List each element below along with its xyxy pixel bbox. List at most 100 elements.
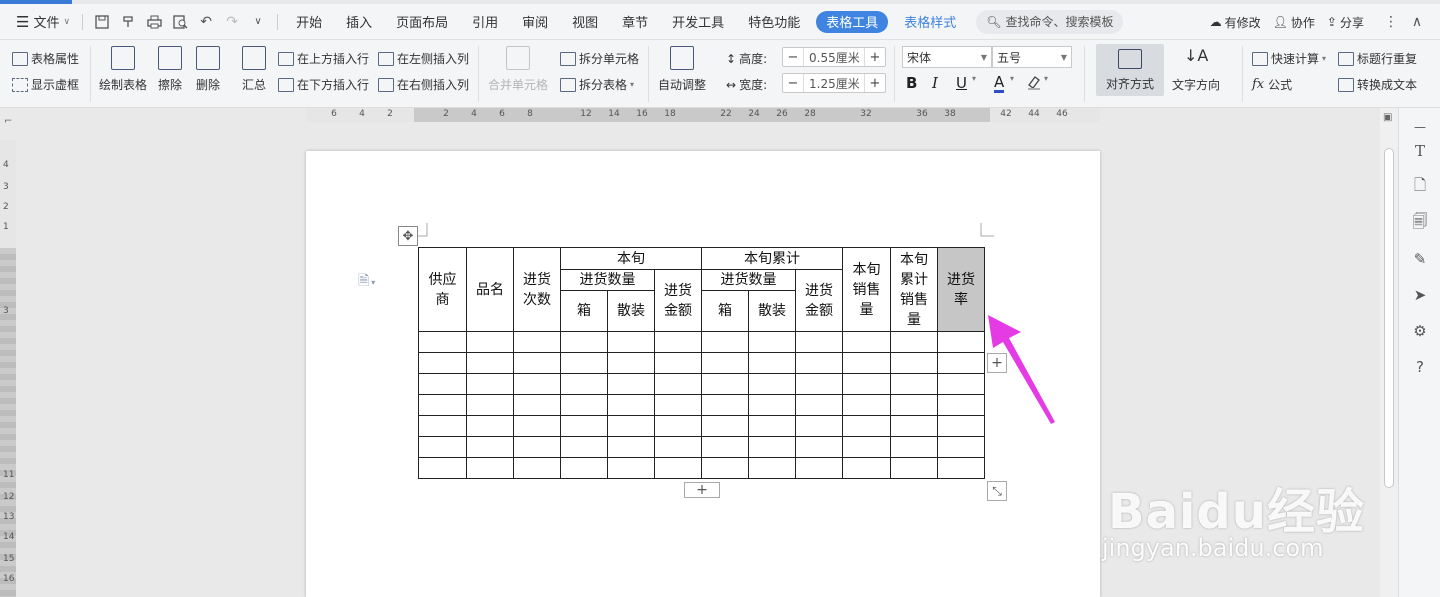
- table-cell[interactable]: [890, 352, 938, 374]
- table-cell[interactable]: [418, 331, 467, 353]
- save-icon[interactable]: [89, 8, 115, 36]
- table-cell[interactable]: [513, 373, 561, 395]
- quick-calc-button[interactable]: 快速计算 ▾: [1252, 50, 1326, 67]
- show-gridlines-button[interactable]: 显示虚框: [12, 76, 79, 93]
- height-increment-button[interactable]: +: [865, 48, 885, 66]
- table-cell[interactable]: [937, 415, 985, 437]
- width-value[interactable]: 1.25厘米: [803, 74, 865, 92]
- table-cell[interactable]: [795, 352, 843, 374]
- print-icon[interactable]: [141, 8, 167, 36]
- table-cell[interactable]: [842, 415, 891, 437]
- table-cell[interactable]: [795, 415, 843, 437]
- header-cumulative-group[interactable]: 本旬累计: [701, 247, 843, 270]
- tab-table-tools[interactable]: 表格工具: [816, 10, 889, 33]
- table-cell[interactable]: [607, 415, 655, 437]
- vertical-scrollbar[interactable]: ▣: [1380, 108, 1398, 597]
- document-icon[interactable]: 🗋: [1409, 176, 1431, 198]
- table-cell[interactable]: [654, 457, 702, 479]
- table-cell[interactable]: [418, 373, 467, 395]
- table-cell[interactable]: [560, 331, 608, 353]
- header-period-box[interactable]: 箱: [560, 290, 608, 332]
- header-product[interactable]: 品名: [466, 247, 514, 332]
- collapse-ribbon-icon[interactable]: ∧: [1404, 8, 1430, 36]
- table-cell[interactable]: [654, 373, 702, 395]
- sliders-icon[interactable]: ⚙: [1409, 320, 1431, 342]
- table-cell[interactable]: [607, 373, 655, 395]
- table-cell[interactable]: [890, 436, 938, 458]
- table-cell[interactable]: [607, 457, 655, 479]
- header-sales[interactable]: 本旬 销售 量: [842, 247, 891, 332]
- text-direction-button[interactable]: ↓A 文字方向: [1172, 46, 1220, 93]
- header-rate-selected[interactable]: 进货 率: [937, 247, 985, 332]
- table-cell[interactable]: [748, 352, 796, 374]
- header-supplier[interactable]: 供应 商: [418, 247, 467, 332]
- width-increment-button[interactable]: +: [865, 74, 885, 92]
- table-cell[interactable]: [513, 457, 561, 479]
- table-cell[interactable]: [560, 394, 608, 416]
- table-cell[interactable]: [607, 331, 655, 353]
- table-cell[interactable]: [607, 436, 655, 458]
- insert-row-below-button[interactable]: 在下方插入行: [278, 76, 369, 93]
- table-cell[interactable]: [513, 394, 561, 416]
- table-cell[interactable]: [795, 457, 843, 479]
- table-cell[interactable]: [418, 457, 467, 479]
- convert-to-text-button[interactable]: 转换成文本: [1338, 76, 1417, 93]
- table-cell[interactable]: [418, 394, 467, 416]
- print-preview-icon[interactable]: [167, 8, 193, 36]
- table-cell[interactable]: [842, 457, 891, 479]
- collab-button[interactable]: 👤︎ 协作: [1267, 8, 1321, 36]
- header-period-loose[interactable]: 散装: [607, 290, 655, 332]
- formula-button[interactable]: fx 公式: [1252, 76, 1292, 93]
- table-cell[interactable]: [466, 436, 514, 458]
- header-cumulative-qty[interactable]: 进货数量: [701, 269, 796, 291]
- table-cell[interactable]: [654, 415, 702, 437]
- table-cell[interactable]: [466, 331, 514, 353]
- table-cell[interactable]: [842, 352, 891, 374]
- table-cell[interactable]: [701, 415, 749, 437]
- tab-table-style[interactable]: 表格样式: [892, 8, 968, 36]
- command-search[interactable]: 🔍︎ 查找命令、搜索模板: [976, 9, 1124, 34]
- add-row-button[interactable]: +: [684, 482, 720, 498]
- table-cell[interactable]: [654, 352, 702, 374]
- document-icon[interactable]: 🗎 ▾: [358, 270, 375, 294]
- table-cell[interactable]: [701, 436, 749, 458]
- table-cell[interactable]: [466, 415, 514, 437]
- table-cell[interactable]: [701, 373, 749, 395]
- height-value[interactable]: 0.55厘米: [803, 48, 865, 66]
- highlight-options-icon[interactable]: ▾: [1044, 74, 1048, 83]
- table-cell[interactable]: [513, 352, 561, 374]
- summary-button[interactable]: 汇总: [242, 46, 266, 93]
- table-resize-handle[interactable]: ⤡: [987, 481, 1007, 501]
- table-cell[interactable]: [654, 331, 702, 353]
- font-color-options-icon[interactable]: ▾: [1010, 74, 1014, 83]
- document-page[interactable]: 供应 商 品名 进货 次数 本旬 本旬累计 本旬 销售 量 本旬 累计 销售 量…: [306, 151, 1100, 597]
- table-cell[interactable]: [654, 394, 702, 416]
- split-cells-button[interactable]: 拆分单元格: [560, 50, 639, 67]
- width-decrement-button[interactable]: −: [783, 74, 803, 92]
- draw-table-button[interactable]: 绘制表格: [99, 46, 147, 93]
- font-color-button[interactable]: A: [994, 74, 1005, 93]
- text-style-icon[interactable]: T: [1409, 140, 1431, 162]
- table-cell[interactable]: [890, 331, 938, 353]
- table-cell[interactable]: [466, 373, 514, 395]
- table-cell[interactable]: [748, 457, 796, 479]
- table-cell[interactable]: [890, 394, 938, 416]
- table-cell[interactable]: [842, 331, 891, 353]
- file-menu[interactable]: ☰ 文件 ∨: [10, 8, 76, 36]
- table-cell[interactable]: [842, 394, 891, 416]
- table-cell[interactable]: [560, 457, 608, 479]
- table-cell[interactable]: [701, 331, 749, 353]
- undo-icon[interactable]: ↶: [193, 8, 219, 36]
- table-cell[interactable]: [560, 373, 608, 395]
- table-cell[interactable]: [607, 352, 655, 374]
- insert-col-right-button[interactable]: 在右侧插入列: [378, 76, 469, 93]
- header-period-group[interactable]: 本旬: [560, 247, 702, 270]
- header-cumulative-sales[interactable]: 本旬 累计 销售 量: [890, 247, 938, 332]
- table-cell[interactable]: [560, 352, 608, 374]
- table-cell[interactable]: [937, 373, 985, 395]
- more-options-icon[interactable]: ⋮: [1378, 8, 1404, 36]
- table-cell[interactable]: [795, 394, 843, 416]
- bold-button[interactable]: B: [906, 74, 917, 92]
- modified-button[interactable]: ☁ 有修改: [1204, 8, 1267, 36]
- font-size-select[interactable]: 五号 ▼: [992, 46, 1072, 68]
